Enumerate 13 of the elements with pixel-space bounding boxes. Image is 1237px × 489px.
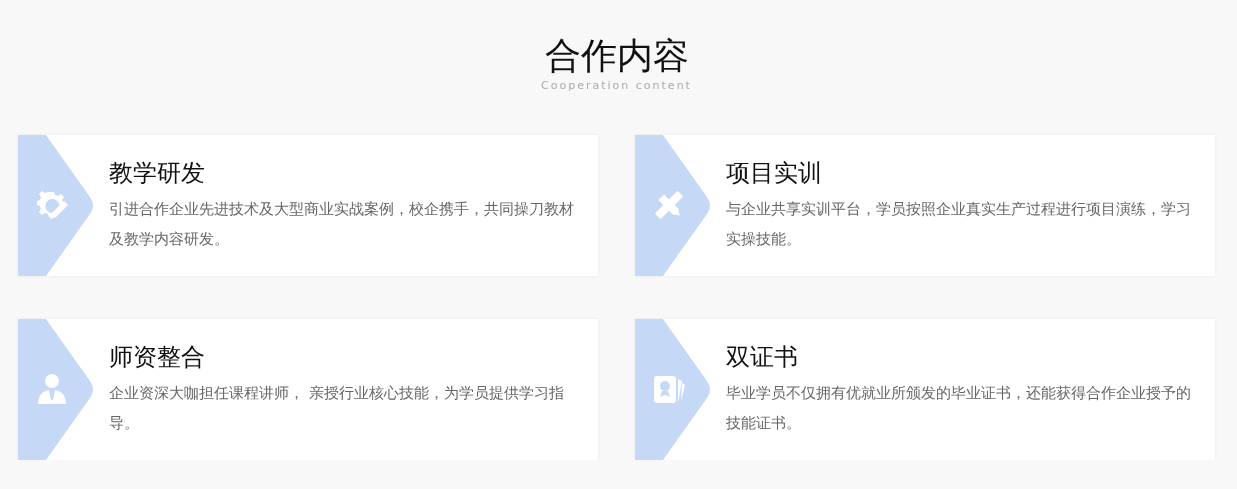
card-description: 毕业学员不仅拥有优就业所颁发的毕业证书，还能获得合作企业授予的技能证书。 [726,384,1192,433]
section-title: 合作内容 [544,34,689,78]
certificate-icon [653,373,686,406]
card-title: 双证书 [726,342,799,373]
card-title: 教学研发 [109,158,206,189]
person-icon [36,373,69,406]
card-description: 与企业共享实训平台，学员按照企业真实生产过程进行项目演练，学习实操技能。 [726,200,1192,249]
card-title: 项目实训 [726,158,823,189]
card-description: 引进合作企业先进技术及大型商业实战案例，校企携手，共同操刀教材及教学内容研发。 [109,200,575,249]
section-subtitle: Cooperation content [541,78,692,94]
card-title: 师资整合 [109,342,206,373]
card-description: 企业资深大咖担任课程讲师， 亲授行业核心技能，为学员提供学习指导。 [109,384,565,433]
gear-pencil-icon [36,189,69,222]
